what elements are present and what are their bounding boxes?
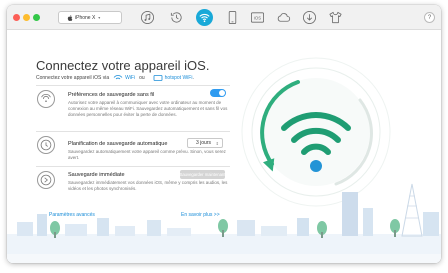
connect-suffix: . (192, 75, 194, 81)
connect-or: ou (139, 75, 145, 81)
hotspot-link[interactable]: hotspot WiFi (165, 75, 193, 81)
wireless-backup-title: Préférences de sauvegarde sans fil (68, 92, 155, 98)
wifi-icon[interactable] (196, 9, 213, 26)
instant-backup-title: Sauvegarde immédiate (68, 172, 125, 178)
instant-backup-icon (37, 171, 55, 189)
history-icon[interactable] (168, 9, 185, 26)
chevron-updown-icon: ⇕ (215, 140, 219, 146)
connect-instructions: Connectez votre appareil iOS via WiFi ou… (36, 75, 194, 81)
ios-update-icon[interactable]: iOS (249, 9, 266, 26)
divider (36, 166, 230, 167)
wireless-backup-icon (37, 90, 55, 108)
backup-now-button[interactable]: Sauvegarder maintenant (180, 170, 225, 179)
svg-text:iOS: iOS (254, 15, 261, 20)
zoom-window-button[interactable] (33, 14, 40, 21)
main-content: Connectez votre appareil iOS. Connectez … (7, 30, 441, 263)
toolbar: iPhone X ▾ iOS ? (7, 5, 441, 30)
schedule-clock-icon (37, 136, 55, 154)
music-icon[interactable] (139, 9, 156, 26)
apple-icon (67, 14, 73, 21)
page-title: Connectez votre appareil iOS. (36, 58, 210, 73)
tshirt-icon[interactable] (327, 9, 344, 26)
divider (36, 85, 230, 86)
backup-interval-select[interactable]: 3 jours ⇕ (187, 138, 223, 148)
phone-icon[interactable] (224, 9, 241, 26)
auto-backup-description: Sauvegardez automatiquement votre appare… (68, 149, 226, 160)
advanced-settings-link[interactable]: Paramètres avancés (49, 212, 95, 218)
hotspot-icon (153, 75, 163, 81)
cloud-icon[interactable] (275, 9, 292, 26)
wireless-backup-description: Autorisez votre appareil à communiquer a… (68, 100, 228, 117)
divider (36, 131, 230, 132)
app-window: iPhone X ▾ iOS ? Connectez votre apparei… (7, 5, 441, 263)
backup-interval-value: 3 jours (196, 140, 212, 146)
wifi-small-icon (113, 75, 123, 80)
auto-backup-title: Planification de sauvegarde automatique (68, 141, 168, 147)
connect-prefix: Connectez votre appareil iOS via (36, 75, 110, 81)
wireless-backup-toggle[interactable] (210, 89, 226, 97)
help-button[interactable]: ? (424, 12, 435, 23)
device-selector[interactable]: iPhone X ▾ (58, 11, 122, 24)
learn-more-link[interactable]: En savoir plus >> (181, 212, 220, 218)
instant-backup-description: Sauvegardez immédiatement vos données iO… (68, 180, 228, 191)
minimize-window-button[interactable] (23, 14, 30, 21)
download-icon[interactable] (301, 9, 318, 26)
wifi-link[interactable]: WiFi (125, 75, 135, 81)
chevron-down-icon: ▾ (98, 15, 101, 20)
close-window-button[interactable] (13, 14, 20, 21)
device-name: iPhone X (75, 14, 96, 21)
